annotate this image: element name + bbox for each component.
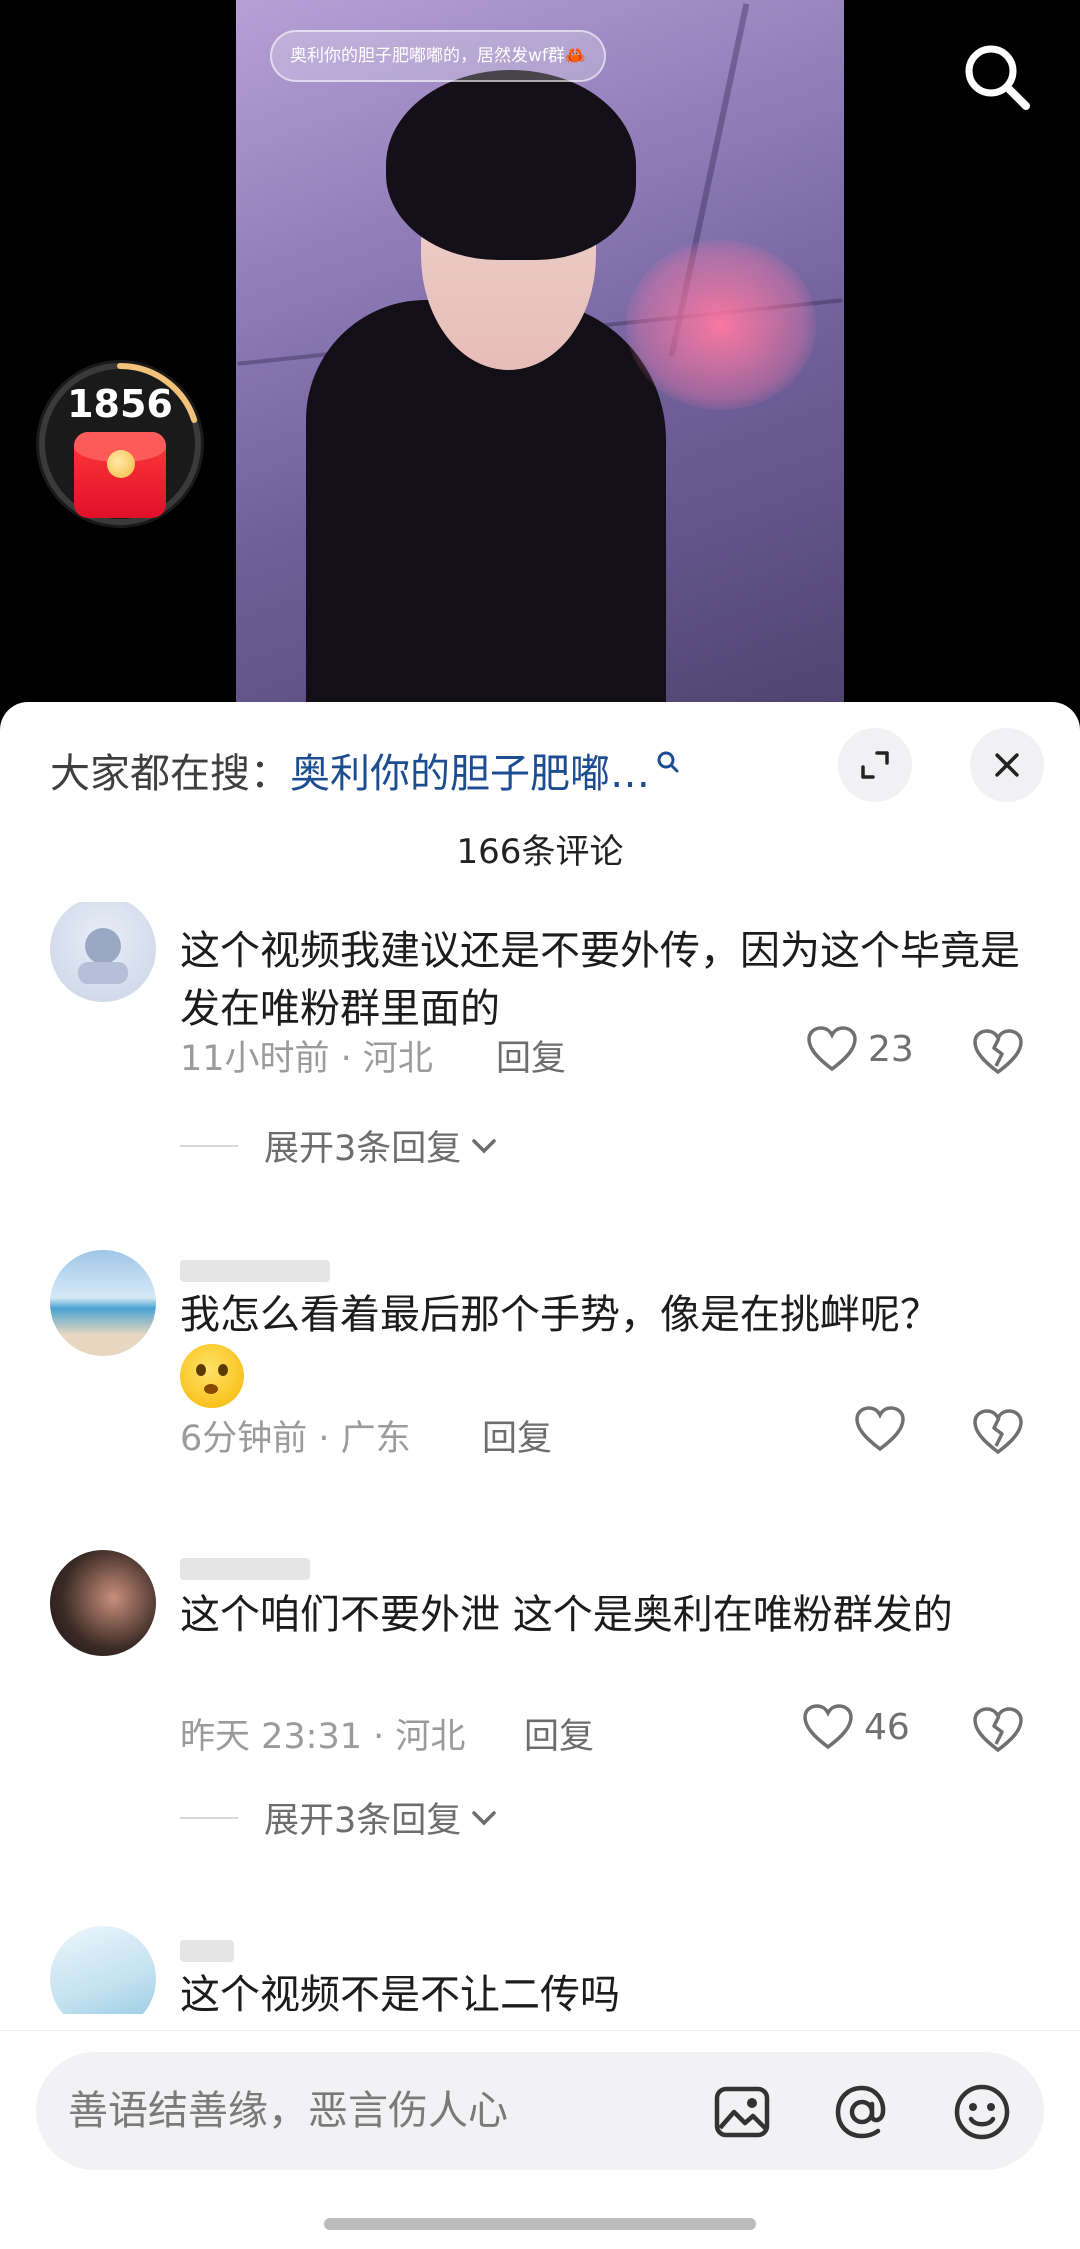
thinking-emoji-icon <box>180 1344 244 1408</box>
expand-replies-label: 展开3条回复 <box>264 1801 462 1841</box>
broken-heart-icon[interactable] <box>972 1028 1024 1076</box>
hot-search-bar[interactable]: 大家都在搜： 奥利你的胆子肥嘟… <box>50 742 680 798</box>
broken-heart-icon[interactable] <box>972 1408 1024 1456</box>
heart-icon <box>803 1704 853 1750</box>
red-packet-count: 1856 <box>67 382 173 426</box>
chevron-down-icon <box>472 1810 497 1825</box>
divider-line <box>180 1144 238 1147</box>
avatar[interactable] <box>50 1250 156 1356</box>
red-envelope-icon <box>74 432 166 518</box>
chevron-down-icon <box>472 1138 497 1153</box>
avatar[interactable] <box>50 1926 156 2014</box>
comment-meta: 6分钟前 · 广东 <box>180 1419 411 1459</box>
small-search-icon <box>657 751 679 773</box>
comment-text: 这个视频不是不让二传吗 <box>180 1972 620 2014</box>
close-icon <box>995 753 1019 777</box>
username-blurred[interactable] <box>180 1558 310 1580</box>
comment-count: 166条评论 <box>456 832 624 872</box>
home-indicator[interactable] <box>324 2218 756 2230</box>
at-icon[interactable] <box>832 2082 892 2142</box>
like-count: 23 <box>868 1028 914 1070</box>
expand-replies-button[interactable]: 展开3条回复 <box>180 1792 499 1843</box>
comment-meta: 昨天 23:31 · 河北 <box>180 1717 466 1757</box>
expand-replies-button[interactable]: 展开3条回复 <box>180 1120 499 1171</box>
comment-text: 这个咱们不要外泄 这个是奥利在唯粉群发的 <box>180 1592 953 1638</box>
avatar[interactable] <box>50 1550 156 1656</box>
comment-text: 我怎么看着最后那个手势，像是在挑衅呢？ <box>180 1286 1030 1408</box>
expand-button[interactable] <box>838 728 912 802</box>
comment-text-body: 我怎么看着最后那个手势，像是在挑衅呢？ <box>180 1292 940 1338</box>
like-button[interactable] <box>854 1406 906 1452</box>
close-button[interactable] <box>970 728 1044 802</box>
comment-text: 这个视频我建议还是不要外传，因为这个毕竟是发在唯粉群里面的 <box>180 928 1020 1032</box>
video-player[interactable]: 奥利你的胆子肥嘟嘟的，居然发wf群🦀 1856 <box>0 0 1080 712</box>
like-count: 46 <box>864 1706 910 1748</box>
comment-input-bar[interactable]: 善语结善缘，恶言伤人心 <box>36 2052 1044 2170</box>
reply-button[interactable]: 回复 <box>524 1708 594 1759</box>
video-person-hand <box>626 240 816 410</box>
expand-replies-label: 展开3条回复 <box>264 1129 462 1169</box>
video-person-hair <box>386 70 636 260</box>
comment-list[interactable]: 这个视频我建议还是不要外传，因为这个毕竟是发在唯粉群里面的 11小时前 · 河北… <box>0 902 1080 2014</box>
avatar-image <box>78 928 128 984</box>
divider-line <box>180 1816 238 1819</box>
emoji-icon[interactable] <box>952 2082 1012 2142</box>
red-packet-widget[interactable]: 1856 <box>36 360 204 528</box>
video-caption-bubble: 奥利你的胆子肥嘟嘟的，居然发wf群🦀 <box>270 30 607 82</box>
username-blurred[interactable] <box>180 1260 330 1282</box>
broken-heart-icon[interactable] <box>972 1706 1024 1754</box>
like-button[interactable]: 46 <box>802 1704 910 1750</box>
search-button[interactable] <box>960 40 1034 114</box>
reply-button[interactable]: 回复 <box>496 1030 566 1081</box>
video-frame[interactable] <box>236 0 844 712</box>
username-blurred[interactable] <box>180 1940 234 1962</box>
hot-search-prefix: 大家都在搜： <box>50 751 290 797</box>
search-icon <box>965 45 1030 110</box>
avatar[interactable] <box>50 902 156 1002</box>
like-button[interactable]: 23 <box>806 1026 914 1072</box>
coin-icon <box>107 450 135 478</box>
image-icon[interactable] <box>712 2082 772 2142</box>
comment-input[interactable]: 善语结善缘，恶言伤人心 <box>68 2052 508 2170</box>
reply-button[interactable]: 回复 <box>482 1410 552 1461</box>
input-divider <box>0 2030 1080 2031</box>
hot-search-term[interactable]: 奥利你的胆子肥嘟… <box>290 741 650 799</box>
comment-meta: 11小时前 · 河北 <box>180 1039 433 1079</box>
heart-icon <box>855 1406 905 1452</box>
heart-icon <box>807 1026 857 1072</box>
comment-sheet: 大家都在搜： 奥利你的胆子肥嘟… 166条评论 这个视频我建议还是不要外传，因为… <box>0 702 1080 2249</box>
expand-icon <box>861 751 889 779</box>
